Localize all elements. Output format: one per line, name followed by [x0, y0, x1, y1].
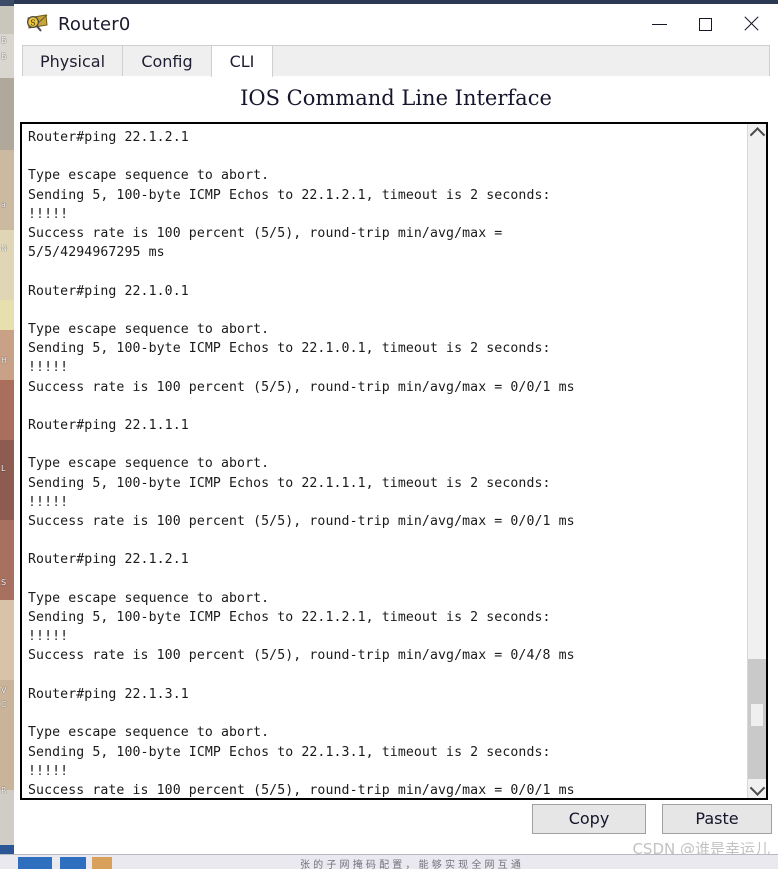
taskbar-sliver: 张 的 子 网 掩 码 配 置 ， 能 够 实 现 全 网 互 通: [0, 854, 778, 869]
taskbar-text: 张 的 子 网 掩 码 配 置 ， 能 够 实 现 全 网 互 通: [300, 860, 521, 869]
tab-active-underline: [22, 76, 770, 77]
maximize-button[interactable]: [682, 4, 728, 44]
tab-strip-filler: [272, 45, 770, 77]
maximize-icon: [698, 17, 712, 31]
chevron-up-icon: [749, 126, 765, 143]
copy-button[interactable]: Copy: [532, 804, 646, 834]
scrollbar-thumb[interactable]: [748, 659, 766, 779]
window-title: Router0: [58, 13, 131, 35]
page-title: IOS Command Line Interface: [240, 86, 552, 110]
scroll-up-button[interactable]: [748, 124, 766, 143]
taskbar-item[interactable]: [92, 857, 112, 869]
terminal-output[interactable]: Router#ping 22.1.2.1 Type escape sequenc…: [22, 124, 747, 798]
desktop-icon-label: H: [1, 356, 8, 365]
desktop-icon-label: B: [1, 52, 7, 61]
desktop-icon-label: L: [1, 464, 6, 473]
device-tab-strip: Physical Config CLI: [22, 45, 770, 77]
desktop-icon-label: B: [1, 36, 7, 45]
desktop-background-strip: B B a N H L S V C R: [0, 0, 14, 869]
chevron-down-icon: [749, 779, 765, 796]
router-device-window: S Router0 Physical Config CLI IOS Comman…: [14, 0, 778, 855]
minimize-icon: [651, 23, 667, 25]
desktop-icon-label: N: [1, 244, 7, 253]
taskbar-item[interactable]: [18, 857, 52, 869]
paste-button[interactable]: Paste: [662, 804, 772, 834]
window-title-bar: S Router0: [14, 4, 778, 44]
close-icon: [742, 15, 760, 33]
taskbar-item[interactable]: [60, 857, 86, 869]
cli-terminal: Router#ping 22.1.2.1 Type escape sequenc…: [20, 122, 768, 800]
desktop-icon-label: R: [1, 786, 7, 795]
desktop-icon-label: a: [1, 200, 6, 209]
minimize-button[interactable]: [636, 4, 682, 44]
window-controls: [636, 4, 778, 44]
scroll-down-button[interactable]: [748, 779, 766, 798]
tab-cli[interactable]: CLI: [211, 45, 273, 77]
desktop-icon-label: V: [1, 686, 7, 695]
tab-physical[interactable]: Physical: [22, 45, 123, 77]
close-button[interactable]: [728, 4, 774, 44]
desktop-icon-label: C: [1, 700, 7, 709]
scrollbar-thumb-grip: [751, 704, 763, 726]
svg-text:S: S: [30, 18, 35, 27]
desktop-icon-label: S: [1, 578, 7, 587]
tab-config[interactable]: Config: [122, 45, 212, 77]
packet-tracer-router-icon: S: [24, 11, 50, 37]
terminal-scrollbar[interactable]: [747, 124, 766, 798]
cli-action-bar: Copy Paste: [14, 804, 778, 838]
